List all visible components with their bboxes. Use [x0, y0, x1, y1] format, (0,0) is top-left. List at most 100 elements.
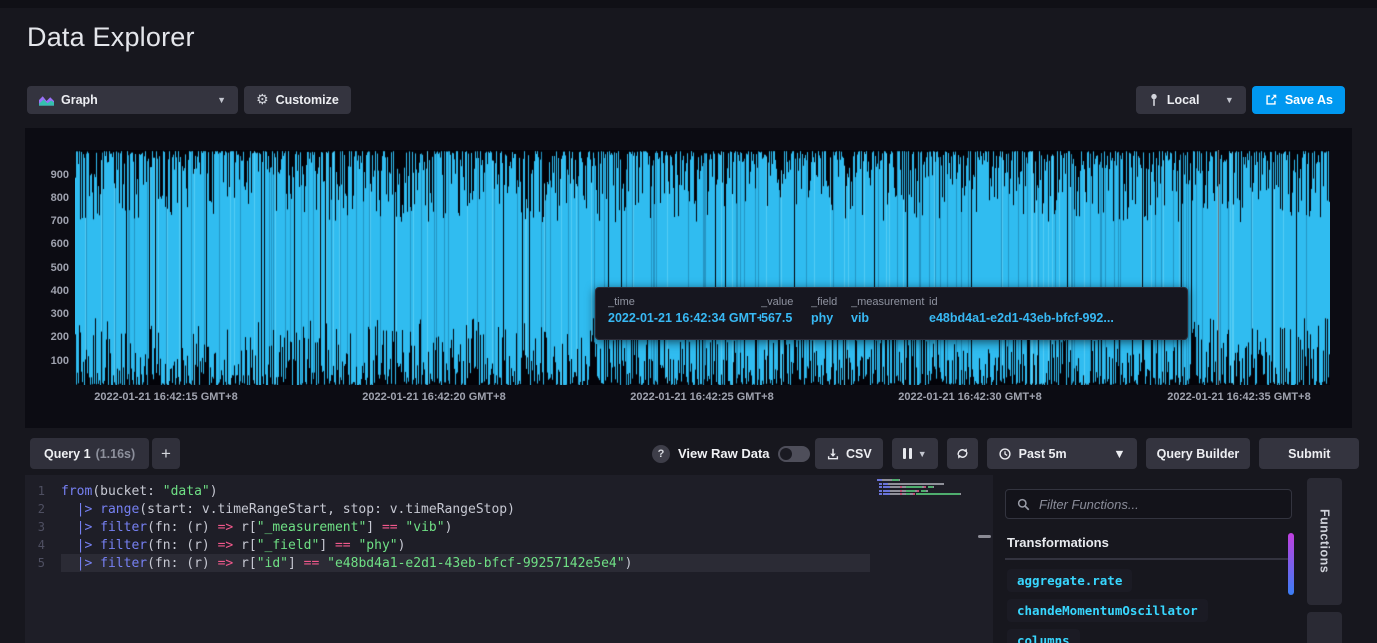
line-number: 2	[25, 500, 61, 518]
x-tick-label: 2022-01-21 16:42:15 GMT+8	[56, 391, 276, 403]
query-actions: CSV ▼	[815, 438, 1359, 469]
hover-tooltip: _time 2022-01-21 16:42:34 GMT+8_value 567.…	[595, 287, 1188, 340]
search-icon	[1016, 497, 1031, 512]
query-builder-button[interactable]: Query Builder	[1146, 438, 1251, 469]
transformations-header: Transformations	[1005, 531, 1292, 560]
y-tick-label: 200	[29, 331, 69, 343]
download-csv-button[interactable]: CSV	[815, 438, 883, 469]
vertical-tab-stub[interactable]	[1307, 612, 1342, 643]
tooltip-column-value: e48bd4a1-e2d1-43eb-bfcf-992...	[929, 311, 1169, 325]
add-query-button[interactable]: +	[152, 438, 180, 469]
line-number: 5	[25, 554, 61, 572]
code-line[interactable]: 5 |> filter(fn: (r) => r["id"] == "e48bd…	[25, 554, 993, 572]
line-number: 4	[25, 536, 61, 554]
tooltip-column: id e48bd4a1-e2d1-43eb-bfcf-992...	[929, 296, 1169, 339]
tooltip-column: _time 2022-01-21 16:42:34 GMT+8	[608, 296, 761, 339]
line-number: 1	[25, 482, 61, 500]
pin-icon	[1148, 93, 1160, 107]
panel-resize-handle[interactable]	[978, 535, 991, 538]
minimap-line	[877, 483, 980, 485]
functions-scrollbar[interactable]	[1288, 533, 1294, 595]
x-tick-label: 2022-01-21 16:42:30 GMT+8	[860, 391, 1080, 403]
clock-icon	[998, 447, 1012, 461]
help-icon[interactable]: ?	[652, 445, 670, 463]
view-raw-data-label: View Raw Data	[678, 446, 770, 461]
tooltip-column: _fieldphy	[811, 296, 851, 339]
tooltip-column-value: phy	[811, 311, 851, 325]
flux-script-editor[interactable]: 1from(bucket: "data")2 |> range(start: v…	[25, 475, 993, 643]
tooltip-column-value: 567.5	[761, 311, 811, 325]
y-tick-label: 400	[29, 285, 69, 297]
x-tick-label: 2022-01-21 16:42:25 GMT+8	[592, 391, 812, 403]
pause-icon	[903, 448, 912, 459]
code-line[interactable]: 1from(bucket: "data")	[25, 482, 993, 500]
tooltip-column-label: _value	[761, 296, 811, 308]
top-strip	[0, 0, 1377, 8]
view-raw-data-group: ? View Raw Data	[652, 438, 810, 469]
customize-button[interactable]: ⚙ Customize	[244, 86, 351, 114]
x-tick-label: 2022-01-21 16:42:20 GMT+8	[324, 391, 544, 403]
y-tick-label: 700	[29, 215, 69, 227]
data-explorer-page: Data Explorer Graph ▼ ⚙ Customize	[0, 0, 1377, 643]
chevron-down-icon: ▼	[217, 95, 226, 105]
minimap-line	[877, 490, 980, 492]
code-line[interactable]: 2 |> range(start: v.timeRangeStart, stop…	[25, 500, 993, 518]
waveform-canvas	[75, 150, 1330, 385]
y-tick-label: 800	[29, 192, 69, 204]
tooltip-column: _value 567.5	[761, 296, 811, 339]
function-pill[interactable]: chandeMomentumOscillator	[1007, 599, 1208, 622]
refresh-icon	[955, 446, 970, 461]
query-bar: Query 1 (1.16s) + ? View Raw Data CSV	[0, 438, 1377, 469]
pause-dropdown-button[interactable]: ▼	[892, 438, 938, 469]
view-toolbar: Graph ▼ ⚙ Customize	[27, 86, 351, 114]
chevron-down-icon: ▼	[1225, 95, 1234, 105]
minimap-line	[877, 479, 980, 481]
download-icon	[826, 447, 840, 461]
chevron-down-icon: ▼	[918, 449, 927, 459]
save-as-button[interactable]: Save As	[1252, 86, 1345, 114]
functions-list: aggregate.rate chandeMomentumOscillator co…	[1007, 569, 1287, 643]
save-toolbar: Local ▼ Save As	[1136, 86, 1345, 114]
view-raw-data-toggle[interactable]	[778, 446, 810, 462]
refresh-button[interactable]	[947, 438, 978, 469]
function-pill[interactable]: columns	[1007, 629, 1080, 643]
minimap-line	[877, 486, 980, 488]
tooltip-column: _measurementvib	[851, 296, 929, 339]
submit-button[interactable]: Submit	[1259, 438, 1359, 469]
filter-functions-searchbox[interactable]	[1005, 489, 1292, 519]
minimap-line	[877, 493, 980, 495]
functions-vertical-tab[interactable]: Functions	[1307, 478, 1342, 605]
x-tick-label: 2022-01-21 16:42:35 GMT+8	[1129, 391, 1349, 403]
area-chart-icon	[39, 93, 54, 107]
toggle-knob	[780, 448, 792, 460]
visualization-type-label: Graph	[61, 93, 98, 107]
functions-panel: Transformations aggregate.rate chandeMome…	[1005, 475, 1300, 643]
tooltip-column-label: _measurement	[851, 296, 929, 308]
time-series-plot[interactable]	[75, 150, 1330, 385]
query-duration: (1.16s)	[96, 447, 136, 461]
y-tick-label: 300	[29, 308, 69, 320]
filter-functions-input[interactable]	[1039, 497, 1281, 512]
code-line[interactable]: 3 |> filter(fn: (r) => r["_measurement"]…	[25, 518, 993, 536]
visualization-type-dropdown[interactable]: Graph ▼	[27, 86, 238, 114]
tooltip-column-value: 2022-01-21 16:42:34 GMT+8	[608, 311, 761, 325]
y-tick-label: 100	[29, 355, 69, 367]
code-line[interactable]: 4 |> filter(fn: (r) => r["_field"] == "p…	[25, 536, 993, 554]
line-number: 3	[25, 518, 61, 536]
code-area: 1from(bucket: "data")2 |> range(start: v…	[25, 482, 993, 572]
tooltip-column-label: _field	[811, 296, 851, 308]
local-label: Local	[1167, 93, 1200, 107]
export-icon	[1264, 93, 1278, 107]
graph-panel: 100 200 300 400 500 600 700 800 900 2022-01-21 1…	[25, 128, 1352, 428]
tooltip-column-label: id	[929, 296, 1169, 308]
y-tick-label: 600	[29, 238, 69, 250]
y-tick-label: 500	[29, 262, 69, 274]
time-range-dropdown[interactable]: Past 5m ▼	[987, 438, 1137, 469]
y-tick-label: 900	[29, 169, 69, 181]
page-title: Data Explorer	[27, 22, 195, 53]
query-tab[interactable]: Query 1 (1.16s)	[30, 438, 149, 469]
editor-minimap[interactable]	[877, 479, 980, 497]
function-pill[interactable]: aggregate.rate	[1007, 569, 1132, 592]
local-dropdown[interactable]: Local ▼	[1136, 86, 1246, 114]
tooltip-column-label: _time	[608, 296, 761, 308]
